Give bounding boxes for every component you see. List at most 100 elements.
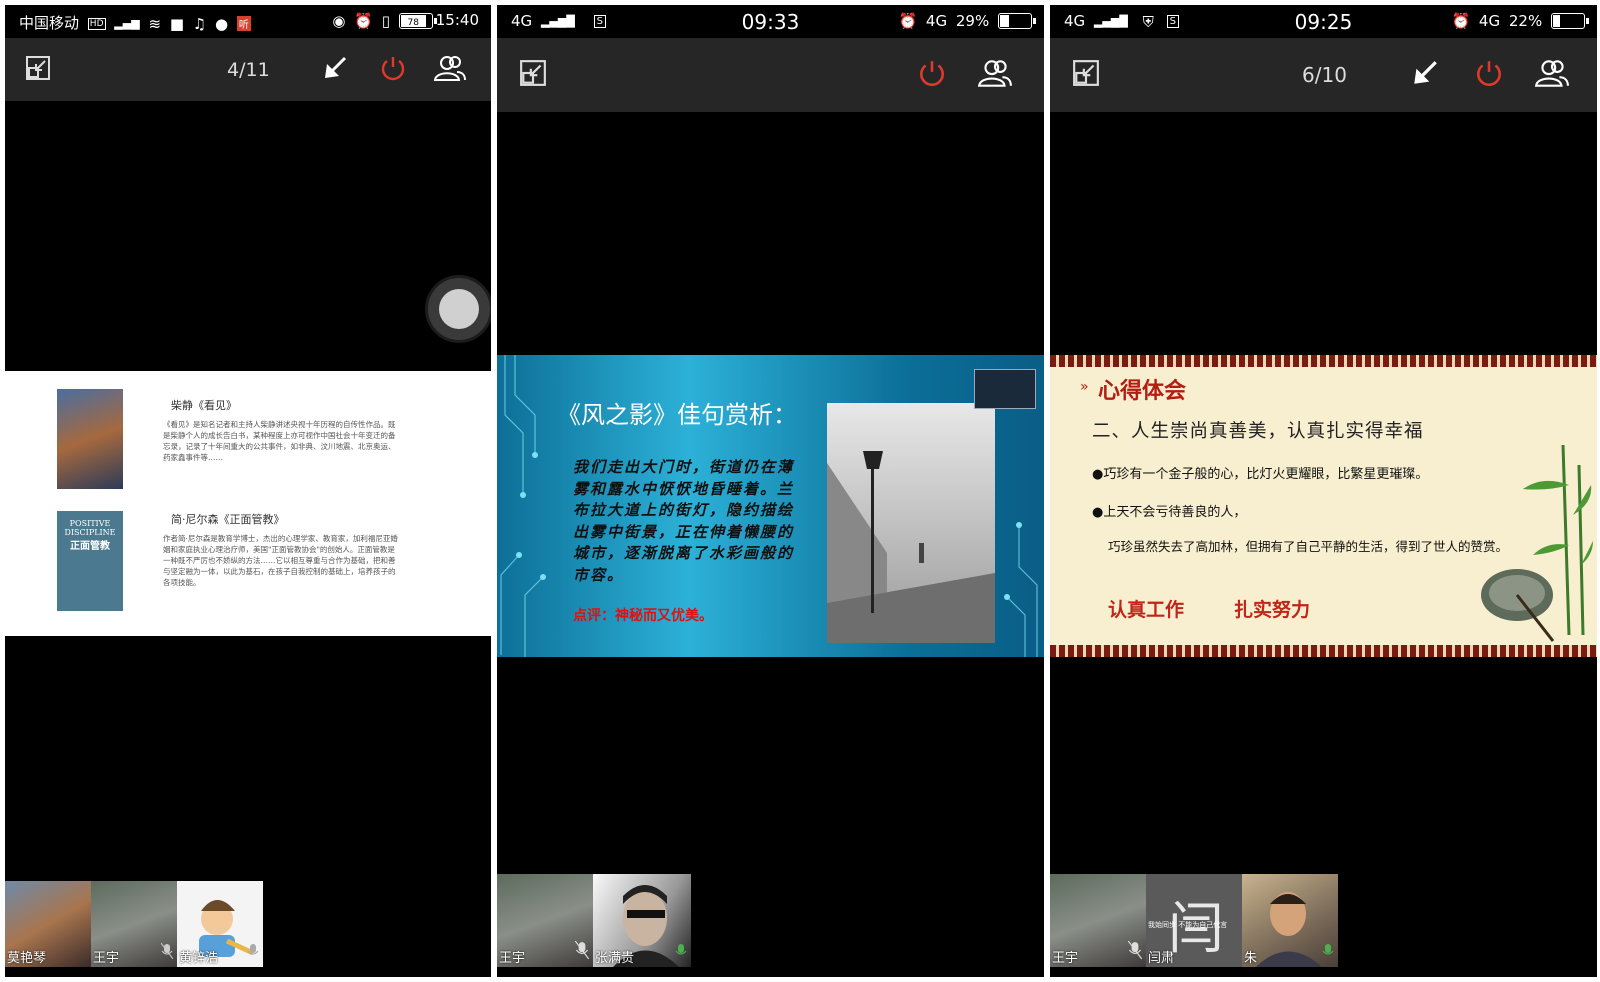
video-call-screen-1: 中国移动 HD ▂▄▆ ≋ ■ ♫ ● 听 ◉ ⏰ ▯ 78 15:40 4/1… — [5, 5, 491, 977]
slide-item-text: 《看见》是知名记者和主持人柴静讲述央视十年历程的自传性作品。既是柴静个人的成长告… — [163, 420, 396, 462]
slide-note: 点评：神秘而又优美。 — [573, 608, 713, 624]
slide-bullet: ●巧珍有一个金子般的心，比灯火更耀眼，比繁星更璀璨。 — [1092, 467, 1429, 482]
mic-muted-icon — [247, 943, 259, 963]
exit-fullscreen-button[interactable] — [1072, 59, 1100, 91]
participant-name: 黄锌浩 — [179, 951, 219, 966]
participant-video[interactable]: 闫 我始同步 不能为自己代言 闫肃 — [1146, 874, 1242, 967]
status-bar: 4G ▂▄▆█ ⛨ S 09:25 ⏰ 4G 22% — [1050, 5, 1597, 38]
exit-fullscreen-button[interactable] — [25, 55, 51, 85]
signal-icon: ▂▄▆ — [114, 17, 140, 30]
page-indicator: 4/11 — [227, 58, 270, 81]
slide-bullet: ●上天不会亏待善良的人， — [1092, 505, 1247, 520]
battery-label: 29% — [955, 11, 990, 30]
status-bar: 中国移动 HD ▂▄▆ ≋ ■ ♫ ● 听 ◉ ⏰ ▯ 78 15:40 — [5, 5, 491, 38]
wechat-icon: ● — [215, 14, 229, 33]
shrink-icon — [1073, 60, 1099, 86]
mic-active-icon — [1322, 943, 1334, 963]
hang-up-button[interactable] — [917, 58, 947, 92]
battery-label: 78 — [407, 18, 419, 28]
slide-item-title: 简·尼尔森《正面管教》 — [171, 513, 285, 526]
slide-motto: 扎实努力 — [1234, 599, 1311, 621]
participant-name: 王宇 — [499, 951, 526, 966]
wifi-icon: ≋ — [148, 14, 162, 33]
exit-fullscreen-button[interactable] — [519, 59, 547, 91]
carrier-label: 中国移动 — [19, 14, 80, 32]
minimize-button[interactable] — [321, 54, 349, 86]
call-toolbar — [497, 38, 1044, 112]
network-4g-icon: 4G — [1478, 11, 1501, 30]
participant-video[interactable]: 朱 — [1242, 874, 1338, 967]
status-bar: 4G ▂▄▆█ S 09:33 ⏰ 4G 29% — [497, 5, 1044, 38]
street-lamp-photo — [827, 403, 995, 643]
call-toolbar: 6/10 — [1050, 38, 1597, 112]
book-cover-image: POSITIVE DISCIPLINE 正面管教 — [57, 511, 123, 611]
slide-item-title: 柴静《看见》 — [171, 399, 237, 412]
mic-muted-icon — [160, 942, 174, 963]
participants-button[interactable] — [433, 54, 467, 86]
chevron-right-icon: » — [1080, 379, 1089, 395]
arrow-down-left-icon — [325, 56, 347, 78]
pattern-border-bottom — [1050, 645, 1597, 657]
participant-caption: 我始同步 不能为自己代言 — [1148, 921, 1228, 929]
people-icon — [977, 60, 1012, 87]
video-icon: ■ — [169, 14, 184, 33]
participant-name: 王宇 — [93, 951, 120, 966]
floating-assist-button[interactable] — [425, 275, 491, 343]
slide-item-text: 作者简·尼尔森是教育学博士，杰出的心理学家、教育家，加利福尼亚婚姻和家庭执业心理… — [163, 534, 398, 587]
participants-button[interactable] — [1534, 58, 1570, 92]
participant-name: 王宇 — [1052, 951, 1079, 966]
alarm-icon: ⏰ — [898, 11, 918, 30]
book-cover-image — [57, 389, 123, 489]
shrink-icon — [520, 60, 546, 86]
mic-active-icon — [675, 943, 687, 963]
notification-icon: ♫ — [192, 14, 207, 33]
eye-icon: ◉ — [332, 11, 346, 30]
clock: 15:40 — [435, 11, 479, 29]
shared-slide: 《风之影》佳句赏析： 我们走出大门时，街道仍在薄雾和露水中恹恹地昏睡着。兰布拉大… — [497, 355, 1044, 657]
participant-name: 莫艳琴 — [7, 951, 47, 966]
video-call-screen-2: 4G ▂▄▆█ S 09:33 ⏰ 4G 29% 《风之影》佳句赏析： 我们走出… — [497, 5, 1044, 977]
arrow-down-left-icon — [1414, 61, 1437, 84]
hang-up-button[interactable] — [379, 54, 407, 86]
participant-video[interactable]: 王宇 — [91, 881, 177, 967]
participants-button[interactable] — [977, 58, 1013, 92]
shrink-icon — [26, 55, 50, 80]
participant-video[interactable]: 莫艳琴 — [5, 881, 91, 967]
slide-heading: 心得体会 — [1098, 379, 1187, 404]
page-indicator: 6/10 — [1302, 63, 1347, 87]
people-icon — [1534, 60, 1569, 87]
slide-paragraph: 巧珍虽然失去了高加林，但拥有了自己平静的生活，得到了世人的赞赏。 — [1108, 539, 1509, 554]
hd-icon: HD — [87, 17, 106, 30]
book-cover-subtitle: 正面管教 — [70, 541, 110, 552]
participant-video[interactable]: 黄锌浩 — [177, 881, 263, 967]
bamboo-fan-illustration — [1481, 445, 1593, 642]
shared-slide: » 心得体会 二、人生崇尚真善美，认真扎实得幸福 ●巧珍有一个金子般的心，比灯火… — [1050, 355, 1597, 657]
power-icon — [381, 56, 405, 80]
minimize-button[interactable] — [1410, 58, 1440, 92]
slide-subtitle: 二、人生崇尚真善美，认真扎实得幸福 — [1092, 421, 1424, 442]
power-icon — [920, 61, 944, 87]
pattern-border-top — [1050, 355, 1597, 367]
participant-name: 朱 — [1244, 951, 1258, 966]
video-call-screen-3: 4G ▂▄▆█ ⛨ S 09:25 ⏰ 4G 22% 6/10 » 心得体会 二… — [1050, 5, 1597, 977]
mini-video-preview[interactable] — [974, 369, 1036, 409]
slide-motto: 认真工作 — [1108, 599, 1185, 621]
alarm-icon: ⏰ — [1451, 11, 1471, 30]
participant-video[interactable]: 张满贵 — [593, 874, 691, 967]
battery-label: 22% — [1508, 11, 1543, 30]
battery-icon — [1551, 12, 1589, 29]
battery-charging-icon — [998, 12, 1036, 29]
people-icon — [433, 55, 466, 81]
participant-name: 张满贵 — [595, 951, 635, 966]
participant-video[interactable]: 王宇 — [497, 874, 593, 967]
power-icon — [1477, 61, 1501, 87]
mic-muted-icon — [574, 940, 590, 963]
vibrate-icon: ▯ — [381, 11, 390, 30]
app-icon: 听 — [236, 16, 251, 31]
book-cover-title: POSITIVE DISCIPLINE — [64, 519, 116, 537]
slide-body: 我们走出大门时，街道仍在薄雾和露水中恹恹地昏睡着。兰布拉大道上的街灯，隐约描绘出… — [573, 458, 795, 584]
hang-up-button[interactable] — [1474, 58, 1504, 92]
slide-title: 《风之影》佳句赏析： — [557, 401, 797, 429]
participant-name: 闫肃 — [1148, 951, 1175, 966]
participant-video[interactable]: 王宇 — [1050, 874, 1146, 967]
